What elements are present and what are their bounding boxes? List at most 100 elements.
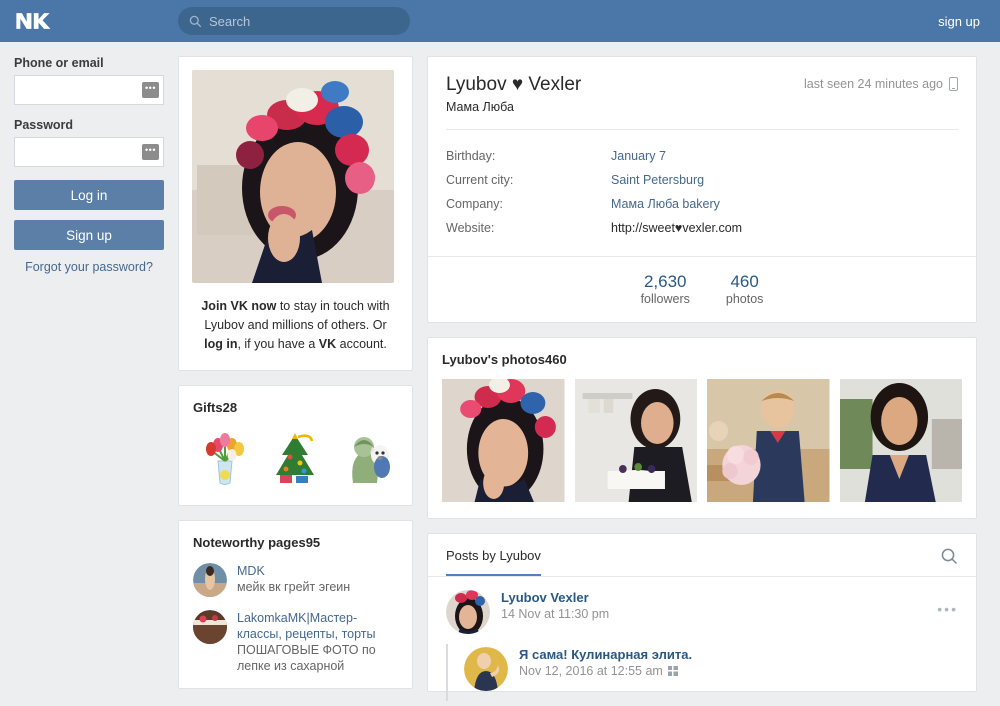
noteworthy-count: 95: [305, 535, 321, 550]
photo-boy-with-roses[interactable]: [707, 379, 830, 502]
posts-card: Posts by Lyubov Lyubov Vexler 14 Nov at …: [427, 533, 977, 701]
windows-icon: [667, 666, 678, 676]
join-vk-login[interactable]: log in: [204, 337, 237, 351]
info-key: Company:: [446, 197, 503, 211]
photos-count: 460: [545, 352, 567, 367]
noteworthy-item-name[interactable]: LakomkaMK|Мастер-классы, рецепты, торты: [237, 610, 398, 642]
last-seen-text: last seen 24 minutes ago: [804, 77, 943, 91]
search-input[interactable]: [209, 13, 379, 29]
profile-counters: 2,630 followers 460 photos: [428, 256, 976, 322]
noteworthy-pages-card: Noteworthy pages95 MDK мейк вк грейт эге…: [178, 520, 413, 689]
signup-button[interactable]: Sign up: [14, 220, 164, 250]
vk-logo[interactable]: [14, 9, 52, 33]
post-author-name[interactable]: Lyubov Vexler: [501, 590, 609, 605]
photos-count: 460: [730, 272, 759, 291]
photos-title[interactable]: Lyubov's photos: [442, 352, 545, 367]
noteworthy-item-text: MDK мейк вк грейт эгеин: [237, 563, 350, 597]
post-author-avatar[interactable]: [446, 590, 490, 634]
join-vk-end: account.: [336, 337, 387, 351]
mdk-page-avatar[interactable]: [193, 563, 227, 597]
profile-details-table: Birthday: January 7 Current city: Saint …: [428, 130, 976, 256]
list-item[interactable]: MDK мейк вк грейт эгеин: [193, 563, 398, 597]
noteworthy-item-desc: ПОШАГОВЫЕ ФОТО по лепке из сахарной: [237, 643, 376, 673]
profile-header: Lyubov ♥ Vexler Мама Люба last seen 24 m…: [428, 57, 976, 130]
gifts-title[interactable]: Gifts: [193, 400, 223, 415]
phone-field-wrapper: •••: [14, 75, 164, 105]
followers-label: followers: [640, 292, 690, 306]
search-icon[interactable]: [941, 548, 958, 565]
photo-flower-crown[interactable]: [442, 379, 565, 502]
info-value-city[interactable]: Saint Petersburg: [611, 168, 704, 192]
signup-link-header[interactable]: sign up: [938, 14, 980, 29]
list-item[interactable]: Lyubov Vexler 14 Nov at 11:30 pm •••: [428, 577, 976, 634]
noteworthy-item-desc: мейк вк грейт эгеин: [237, 580, 351, 594]
post-author-name[interactable]: Я сама! Кулинарная элита.: [519, 647, 692, 662]
list-item[interactable]: Я сама! Кулинарная элита. Nov 12, 2016 a…: [428, 634, 976, 701]
mobile-phone-icon: [949, 77, 958, 91]
forgot-password-link[interactable]: Forgot your password?: [14, 260, 164, 274]
join-vk-tail: , if you have a: [237, 337, 319, 351]
password-field-label: Password: [14, 118, 74, 132]
photos-header: Lyubov's photos460: [428, 338, 976, 367]
profile-info-card: Lyubov ♥ Vexler Мама Люба last seen 24 m…: [427, 56, 977, 323]
login-button[interactable]: Log in: [14, 180, 164, 210]
followers-count: 2,630: [643, 272, 687, 291]
divider: [446, 129, 958, 130]
search-box[interactable]: [178, 7, 410, 35]
post-options-button[interactable]: •••: [937, 601, 958, 617]
photos-counter[interactable]: 460 photos: [726, 271, 764, 306]
right-column: Lyubov ♥ Vexler Мама Люба last seen 24 m…: [427, 56, 977, 706]
info-key: Birthday:: [446, 149, 496, 163]
table-row: Current city: Saint Petersburg: [446, 168, 958, 192]
info-value-website[interactable]: http://sweet♥vexler.com: [611, 216, 742, 240]
post-group-avatar[interactable]: [464, 647, 508, 691]
password-field-wrapper: •••: [14, 137, 164, 167]
photos-thumbnail-row: [428, 367, 976, 518]
photos-card: Lyubov's photos460: [427, 337, 977, 519]
top-navigation-bar: sign up: [0, 0, 1000, 42]
noteworthy-content: Noteworthy pages95 MDK мейк вк грейт эге…: [179, 521, 412, 688]
posts-header: Posts by Lyubov: [428, 534, 976, 577]
post-meta: Lyubov Vexler 14 Nov at 11:30 pm: [501, 590, 609, 634]
tulip-bouquet-gift[interactable]: [194, 427, 256, 489]
post-thread-bar: [446, 644, 448, 701]
photos-label: photos: [725, 292, 764, 306]
gifts-count: 28: [222, 400, 238, 415]
tab-posts-by-lyubov[interactable]: Posts by Lyubov: [446, 548, 541, 576]
christmas-tree-gift[interactable]: [264, 427, 326, 489]
table-row: Birthday: January 7: [446, 144, 958, 168]
list-item[interactable]: LakomkaMK|Мастер-классы, рецепты, торты …: [193, 610, 398, 674]
avatar-card: Join VK now to stay in touch with Lyubov…: [178, 56, 413, 371]
info-key: Website:: [446, 221, 495, 235]
gifts-card: Gifts28: [178, 385, 413, 506]
profile-status: Мама Люба: [446, 100, 514, 114]
info-value-birthday[interactable]: January 7: [611, 144, 666, 168]
noteworthy-title[interactable]: Noteworthy pages: [193, 535, 306, 550]
table-row: Website: http://sweet♥vexler.com: [446, 216, 958, 240]
password-manager-icon-2[interactable]: •••: [142, 144, 159, 160]
avatar-wrapper[interactable]: [179, 57, 412, 283]
gifts-header: Gifts28: [179, 386, 412, 415]
noteworthy-item-name[interactable]: MDK: [237, 563, 350, 579]
last-seen-block: last seen 24 minutes ago: [804, 77, 958, 91]
post-date-text: 14 Nov at 11:30 pm: [501, 607, 610, 621]
post-meta: Я сама! Кулинарная элита. Nov 12, 2016 a…: [519, 647, 692, 691]
left-column: Join VK now to stay in touch with Lyubov…: [178, 56, 413, 706]
photo-holding-cake[interactable]: [574, 379, 698, 502]
info-key: Current city:: [446, 173, 514, 187]
doll-with-dog-gift[interactable]: [335, 427, 397, 489]
search-icon: [189, 15, 202, 27]
table-row: Company: Мама Люба bakery: [446, 192, 958, 216]
phone-field-label: Phone or email: [14, 56, 104, 70]
profile-avatar-image[interactable]: [192, 70, 394, 283]
photo-navy-dress[interactable]: [839, 379, 963, 502]
join-vk-brand: VK: [318, 337, 337, 351]
followers-counter[interactable]: 2,630 followers: [641, 271, 690, 306]
noteworthy-item-text: LakomkaMK|Мастер-классы, рецепты, торты …: [237, 610, 398, 674]
post-date: 14 Nov at 11:30 pm: [501, 607, 609, 621]
post-date: Nov 12, 2016 at 12:55 am: [519, 664, 692, 678]
info-value-company[interactable]: Мама Люба bakery: [611, 192, 720, 216]
lakomka-page-avatar[interactable]: [193, 610, 227, 644]
join-vk-promo: Join VK now to stay in touch with Lyubov…: [179, 283, 412, 370]
password-manager-icon[interactable]: •••: [142, 82, 159, 98]
